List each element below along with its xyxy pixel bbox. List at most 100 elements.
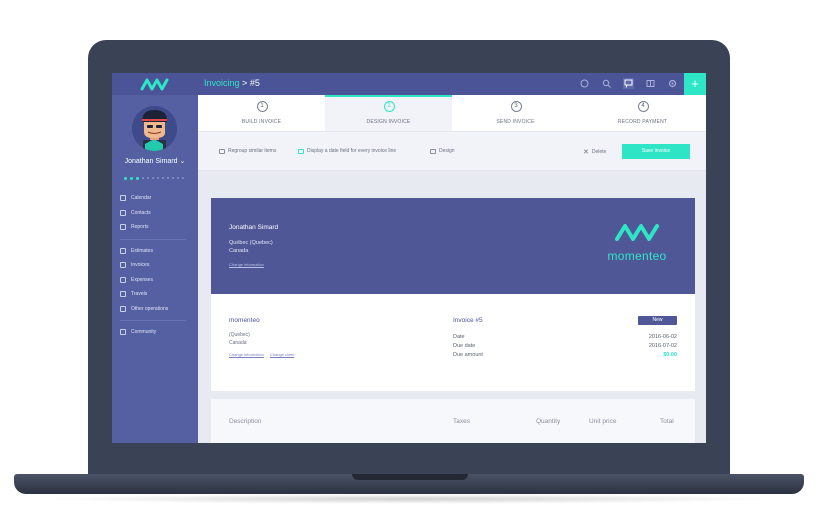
app-logo[interactable] bbox=[112, 73, 198, 95]
laptop-shadow bbox=[40, 494, 780, 504]
regroup-icon bbox=[219, 148, 225, 154]
sidebar-item-label: Travels bbox=[131, 291, 148, 298]
date-field-icon bbox=[298, 148, 304, 154]
sidebar-item-travels[interactable]: Travels bbox=[120, 287, 196, 302]
sidebar: Jonathan Simard ⌄ Calendar Contacts Repo… bbox=[112, 73, 198, 443]
change-sender-info-link[interactable]: Change information bbox=[229, 262, 264, 267]
company-logo: momenteo bbox=[597, 222, 677, 263]
regroup-label: Regroup similar items bbox=[228, 148, 277, 154]
step-label: DESIGN INVOICE bbox=[366, 119, 411, 125]
calendar-icon bbox=[120, 195, 126, 202]
column-unit-price: Unit price bbox=[589, 418, 617, 425]
date-field-label: Display a date field for every invoice l… bbox=[307, 148, 397, 154]
column-quantity: Quantity bbox=[536, 418, 561, 425]
step-number: 2 bbox=[383, 101, 395, 112]
sidebar-item-expenses[interactable]: Expenses bbox=[120, 273, 196, 288]
book-icon[interactable] bbox=[645, 78, 656, 89]
step-label: SEND INVOICE bbox=[496, 119, 535, 125]
design-label: Design bbox=[439, 148, 455, 154]
step-number: 4 bbox=[637, 101, 649, 112]
sidebar-item-estimates[interactable]: Estimates bbox=[120, 244, 196, 259]
sender-address-line1: Québec (Quebec) bbox=[229, 240, 273, 246]
sidebar-item-label: Calendar bbox=[131, 195, 152, 202]
design-toolbar: Regroup similar items Display a date fie… bbox=[198, 133, 706, 171]
sidebar-item-label: Other operations bbox=[131, 305, 169, 312]
sidebar-item-label: Community bbox=[131, 329, 157, 336]
client-name: momenteo bbox=[229, 317, 260, 324]
detail-key: Due amount bbox=[453, 352, 483, 358]
save-invoice-button[interactable]: Save invoice bbox=[622, 144, 690, 159]
breadcrumb-separator: > bbox=[242, 78, 248, 88]
sidebar-item-contacts[interactable]: Contacts bbox=[120, 206, 196, 221]
company-wordmark: momenteo bbox=[607, 249, 667, 263]
step-record-payment[interactable]: 4 RECORD PAYMENT bbox=[579, 95, 706, 131]
column-taxes: Taxes bbox=[453, 418, 470, 425]
delete-button[interactable]: ✕ Delete bbox=[583, 148, 606, 156]
delete-label: Delete bbox=[591, 149, 607, 155]
sidebar-item-label: Invoices bbox=[131, 262, 150, 269]
sender-address-line2: Canada bbox=[229, 248, 249, 254]
step-label: BUILD INVOICE bbox=[241, 119, 282, 125]
breadcrumb-current: #5 bbox=[249, 78, 260, 88]
step-send-invoice[interactable]: 3 SEND INVOICE bbox=[452, 95, 579, 131]
change-client-link[interactable]: Change client bbox=[270, 352, 294, 357]
detail-value: 2016-07-02 bbox=[648, 343, 677, 349]
regroup-button[interactable]: Regroup similar items bbox=[219, 148, 276, 154]
client-address-line2: Canada bbox=[229, 340, 247, 346]
change-client-info-link[interactable]: Change information bbox=[229, 352, 264, 357]
avatar[interactable] bbox=[132, 106, 177, 151]
design-button[interactable]: Design bbox=[430, 148, 455, 154]
sidebar-item-calendar[interactable]: Calendar bbox=[120, 191, 196, 206]
sidebar-item-label: Contacts bbox=[131, 209, 151, 216]
sidebar-item-community[interactable]: Community bbox=[120, 325, 196, 340]
sidebar-item-reports[interactable]: Reports bbox=[120, 220, 196, 235]
laptop-mockup: Jonathan Simard ⌄ Calendar Contacts Repo… bbox=[0, 0, 820, 507]
chevron-down-icon: ⌄ bbox=[179, 158, 186, 165]
invoice-details: momenteo (Quebec) Canada Change informat… bbox=[211, 294, 695, 391]
column-description: Description bbox=[229, 418, 262, 425]
date-field-toggle[interactable]: Display a date field for every invoice l… bbox=[298, 148, 396, 154]
detail-key: Due date bbox=[453, 343, 476, 349]
step-design-invoice[interactable]: 2 DESIGN INVOICE bbox=[325, 95, 452, 131]
client-links: Change information Change client bbox=[229, 352, 294, 357]
nav-divider bbox=[120, 238, 186, 240]
step-number: 3 bbox=[510, 101, 522, 112]
sidebar-nav: Calendar Contacts Reports Estimates Invo… bbox=[120, 191, 196, 340]
estimates-icon bbox=[120, 247, 126, 254]
sidebar-item-label: Estimates bbox=[131, 247, 153, 254]
app-screen: Jonathan Simard ⌄ Calendar Contacts Repo… bbox=[112, 73, 706, 443]
user-portrait-icon bbox=[132, 106, 177, 151]
top-icons bbox=[579, 78, 678, 89]
column-total: Total bbox=[660, 418, 674, 425]
breadcrumb-invoicing[interactable]: Invoicing bbox=[204, 78, 240, 88]
nav-divider bbox=[120, 320, 186, 321]
invoices-icon bbox=[120, 262, 126, 269]
invoice-title: Invoice #5 bbox=[453, 317, 483, 324]
sidebar-item-label: Expenses bbox=[131, 276, 153, 283]
sender-name: Jonathan Simard bbox=[229, 224, 279, 231]
user-name-menu[interactable]: Jonathan Simard ⌄ bbox=[112, 157, 198, 165]
laptop-notch bbox=[352, 474, 468, 480]
momenteo-logo-icon bbox=[140, 78, 169, 91]
sidebar-item-other-operations[interactable]: Other operations bbox=[120, 302, 196, 317]
travels-icon bbox=[120, 291, 126, 298]
chat-icon[interactable] bbox=[579, 78, 590, 89]
top-bar: Invoicing > #5 + bbox=[198, 73, 706, 95]
detail-value: $0.00 bbox=[663, 352, 677, 358]
breadcrumb: Invoicing > #5 bbox=[204, 78, 260, 88]
sidebar-item-label: Reports bbox=[131, 224, 149, 231]
step-build-invoice[interactable]: 1 BUILD INVOICE bbox=[198, 95, 325, 131]
contacts-icon bbox=[120, 209, 126, 216]
detail-key: Date bbox=[453, 334, 465, 340]
status-badge: New bbox=[638, 316, 677, 325]
add-button[interactable]: + bbox=[684, 73, 706, 95]
settings-icon[interactable] bbox=[667, 78, 678, 89]
user-name: Jonathan Simard bbox=[124, 158, 178, 165]
brush-icon bbox=[430, 148, 436, 154]
detail-value: 2016-06-02 bbox=[648, 334, 677, 340]
search-icon[interactable] bbox=[601, 78, 612, 89]
invoice-lines-header: Description Taxes Quantity Unit price To… bbox=[211, 399, 695, 443]
sidebar-item-invoices[interactable]: Invoices bbox=[120, 258, 196, 273]
feedback-icon[interactable] bbox=[623, 78, 634, 89]
client-address-line1: (Quebec) bbox=[229, 332, 250, 338]
